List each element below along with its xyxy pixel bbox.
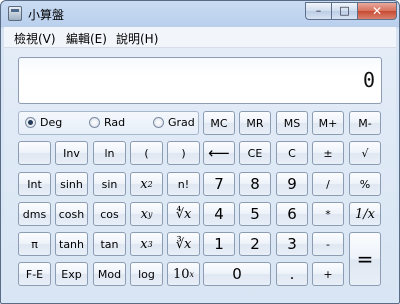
angle-mode-group: Deg Rad Grad [18, 111, 199, 135]
result-display: 0 [18, 57, 382, 104]
cosh-button[interactable]: cosh [55, 202, 88, 226]
calculator-body: 0 Deg Rad Grad MC MR MS M+ M- Inv ln ()… [4, 48, 396, 300]
radio-deg-label: Deg [40, 116, 63, 129]
right-paren-button[interactable]: ) [167, 141, 200, 165]
minimize-button[interactable]: – [305, 2, 332, 20]
digit-9-button[interactable]: 9 [276, 172, 308, 196]
divide-button[interactable]: / [312, 172, 344, 196]
digit-4-button[interactable]: 4 [203, 202, 235, 226]
blank-button[interactable] [18, 141, 51, 165]
pi-button[interactable]: π [18, 232, 51, 256]
add-button[interactable]: + [312, 262, 344, 286]
left-paren-button[interactable]: ( [130, 141, 163, 165]
x-squared-base: x [140, 176, 148, 192]
cos-button[interactable]: cos [93, 202, 126, 226]
mc-button[interactable]: MC [203, 111, 235, 135]
ten-power-x-button[interactable]: 10 x [167, 262, 200, 286]
inv-button[interactable]: Inv [55, 141, 88, 165]
c-button[interactable]: C [276, 141, 308, 165]
radio-grad-icon [153, 117, 164, 128]
calculator-app-icon [8, 6, 22, 21]
title-bar[interactable]: 小算盤 – □ ✕ [1, 1, 399, 27]
m-minus-button[interactable]: M- [349, 111, 381, 135]
digit-6-button[interactable]: 6 [276, 202, 308, 226]
percent-button[interactable]: % [349, 172, 381, 196]
maximize-button[interactable]: □ [331, 2, 358, 20]
factorial-button[interactable]: n! [167, 172, 200, 196]
log-button[interactable]: log [130, 262, 163, 286]
display-value: 0 [362, 68, 375, 92]
y-root-x-button[interactable]: ∜x [167, 202, 200, 226]
ms-button[interactable]: MS [276, 111, 308, 135]
digit-0-button[interactable]: 0 [203, 262, 271, 286]
radio-rad-icon [89, 117, 100, 128]
sqrt-button[interactable]: √ [349, 141, 381, 165]
close-button[interactable]: ✕ [357, 2, 397, 20]
x-squared-exponent: 2 [147, 179, 153, 189]
x-power-y-base: x [140, 206, 148, 222]
x-power-y-exponent: y [147, 209, 153, 219]
digit-1-button[interactable]: 1 [203, 232, 235, 256]
menu-help[interactable]: 說明(H) [116, 30, 158, 47]
radio-deg-selected-icon [25, 117, 36, 128]
reciprocal-button[interactable]: 1/x [349, 202, 381, 226]
x-squared-button[interactable]: x2 [130, 172, 163, 196]
cube-root-button[interactable]: ∛x [167, 232, 200, 256]
subtract-button[interactable]: - [312, 232, 344, 256]
digit-8-button[interactable]: 8 [239, 172, 271, 196]
ln-button[interactable]: ln [93, 141, 126, 165]
mod-button[interactable]: Mod [93, 262, 126, 286]
radio-grad-label: Grad [168, 116, 195, 129]
menu-view[interactable]: 檢視(V) [14, 30, 56, 47]
digit-5-button[interactable]: 5 [239, 202, 271, 226]
sinh-button[interactable]: sinh [55, 172, 88, 196]
mr-button[interactable]: MR [239, 111, 271, 135]
x-power-y-button[interactable]: xy [130, 202, 163, 226]
calculator-window: 小算盤 – □ ✕ 檢視(V) 編輯(E) 說明(H) 0 Deg Rad Gr… [0, 0, 400, 304]
radio-rad-label: Rad [104, 116, 126, 129]
menu-edit[interactable]: 編輯(E) [66, 30, 107, 47]
window-title: 小算盤 [28, 8, 65, 22]
digit-2-button[interactable]: 2 [239, 232, 271, 256]
backspace-button[interactable]: ⟵ [203, 141, 235, 165]
backspace-arrow-icon: ⟵ [208, 144, 230, 162]
digit-3-button[interactable]: 3 [276, 232, 308, 256]
multiply-button[interactable]: * [312, 202, 344, 226]
x-cubed-button[interactable]: x3 [130, 232, 163, 256]
fe-button[interactable]: F-E [18, 262, 51, 286]
ten-power-x-base: 10 [172, 266, 190, 282]
menu-bar: 檢視(V) 編輯(E) 說明(H) [4, 27, 396, 48]
tan-button[interactable]: tan [93, 232, 126, 256]
sin-button[interactable]: sin [93, 172, 126, 196]
dms-button[interactable]: dms [18, 202, 51, 226]
x-cubed-base: x [140, 236, 148, 252]
decimal-button[interactable]: . [276, 262, 308, 286]
tanh-button[interactable]: tanh [55, 232, 88, 256]
ten-power-x-exponent: x [189, 269, 195, 279]
m-plus-button[interactable]: M+ [312, 111, 344, 135]
equals-button[interactable]: = [349, 232, 381, 286]
int-button[interactable]: Int [18, 172, 51, 196]
x-cubed-exponent: 3 [147, 239, 153, 249]
digit-7-button[interactable]: 7 [203, 172, 235, 196]
ce-button[interactable]: CE [239, 141, 271, 165]
exp-button[interactable]: Exp [55, 262, 88, 286]
plus-minus-button[interactable]: ± [312, 141, 344, 165]
